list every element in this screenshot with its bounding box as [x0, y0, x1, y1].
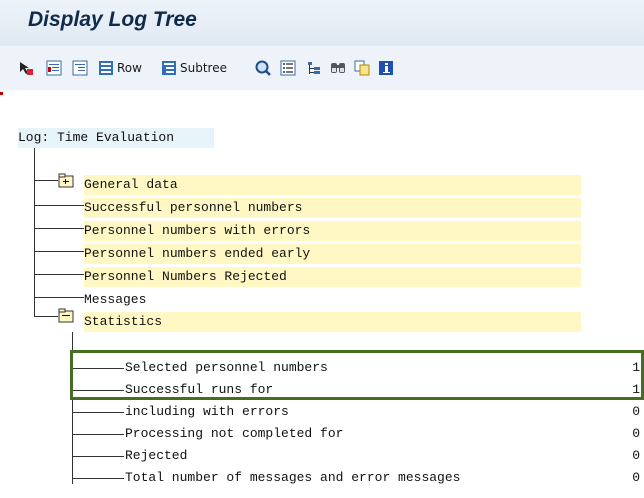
- tree-node-rejected[interactable]: Personnel Numbers Rejected: [84, 267, 581, 287]
- stat-row[interactable]: Rejected 0: [125, 446, 640, 466]
- tree-node-statistics[interactable]: Statistics: [84, 312, 581, 332]
- stat-value: 0: [632, 448, 640, 463]
- folder-open-icon[interactable]: [58, 308, 74, 324]
- tree-node-personnel-errors[interactable]: Personnel numbers with errors: [84, 221, 581, 241]
- stat-value: 0: [632, 426, 640, 441]
- stat-value: 0: [632, 470, 640, 485]
- tree-branch-line: [34, 297, 84, 298]
- tree-node-successful-personnel[interactable]: Successful personnel numbers: [84, 198, 581, 218]
- tree-node-general-data[interactable]: General data: [84, 175, 581, 195]
- tree-branch-line: [34, 316, 58, 317]
- subtree-branch-line: [72, 412, 124, 413]
- stat-row[interactable]: Processing not completed for 0: [125, 424, 640, 444]
- stat-label: Total number of messages and error messa…: [125, 470, 461, 485]
- subtree-branch-line: [72, 434, 124, 435]
- tree-branch-line: [34, 274, 84, 275]
- tree-node-messages[interactable]: Messages: [84, 290, 146, 310]
- stat-label: Rejected: [125, 448, 188, 463]
- stat-label: including with errors: [125, 404, 289, 419]
- tree-branch-line: [34, 205, 84, 206]
- subtree-branch-line: [72, 456, 124, 457]
- tree-root-label[interactable]: Log: Time Evaluation: [18, 128, 214, 148]
- highlight-box: [70, 350, 644, 400]
- tree-branch-line: [34, 228, 84, 229]
- tree-branch-line: [34, 251, 84, 252]
- stat-row[interactable]: including with errors 0: [125, 402, 640, 422]
- stat-row[interactable]: Total number of messages and error messa…: [125, 468, 640, 488]
- folder-expand-icon[interactable]: [58, 173, 74, 189]
- log-tree: Log: Time Evaluation General data Succes…: [0, 0, 644, 498]
- tree-branch-line: [34, 180, 58, 181]
- tree-trunk-line: [34, 148, 35, 316]
- subtree-branch-line: [72, 478, 124, 479]
- stat-label: Processing not completed for: [125, 426, 344, 441]
- stat-value: 0: [632, 404, 640, 419]
- tree-node-ended-early[interactable]: Personnel numbers ended early: [84, 244, 581, 264]
